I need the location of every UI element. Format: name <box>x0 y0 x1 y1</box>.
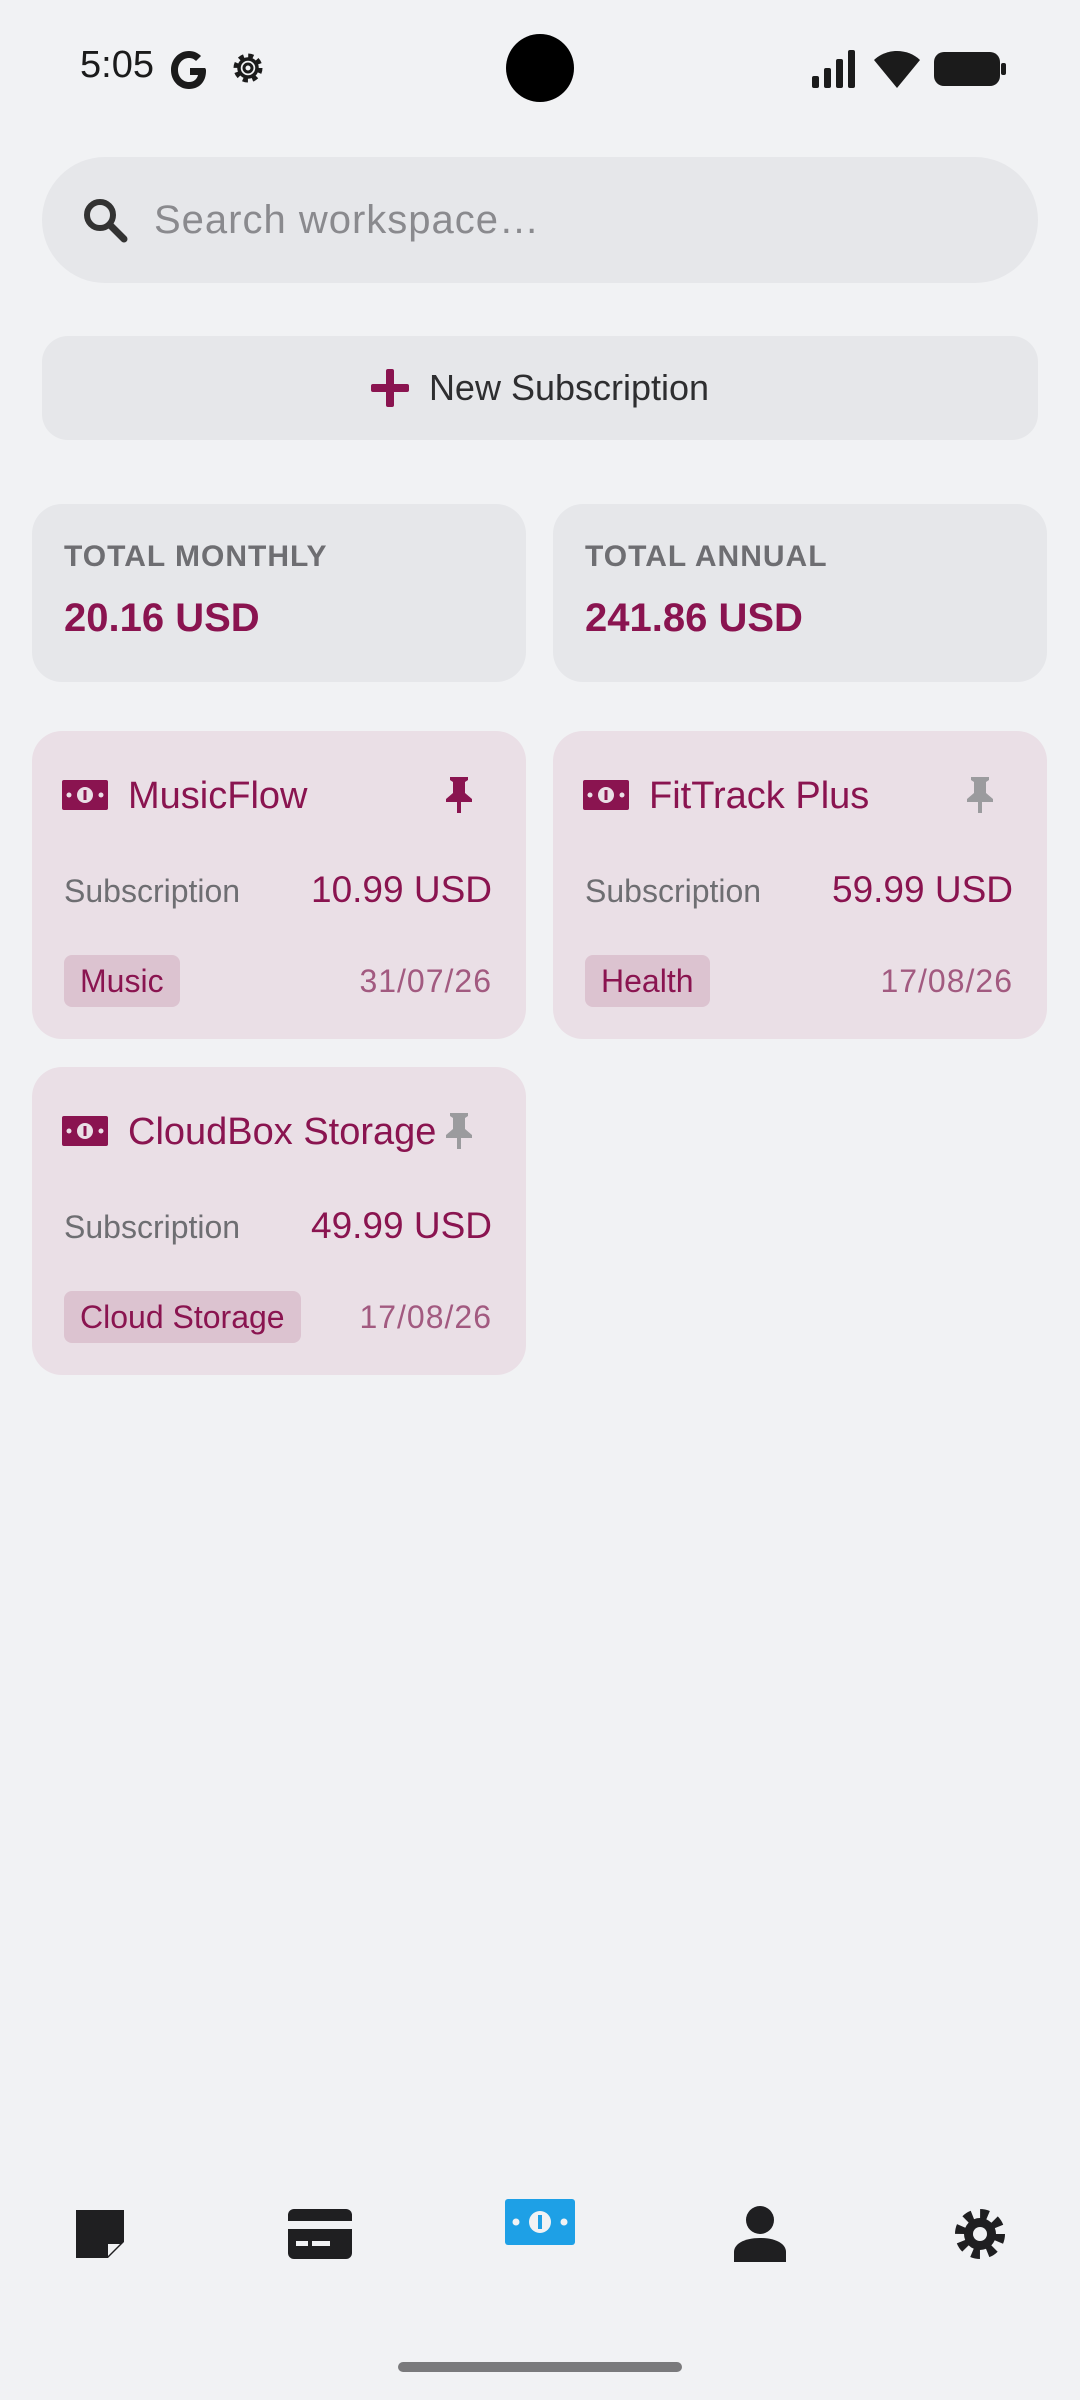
bottom-navigation <box>0 2180 1080 2290</box>
notes-icon <box>76 2210 124 2258</box>
subscription-card-cloudbox[interactable]: CloudBox Storage Subscription 49.99 USD … <box>32 1067 526 1375</box>
home-indicator[interactable] <box>398 2362 682 2372</box>
new-subscription-label: New Subscription <box>428 367 710 408</box>
total-monthly-card: TOTAL MONTHLY 20.16 USD <box>32 504 526 682</box>
nav-subscriptions[interactable] <box>500 2182 580 2262</box>
search-input[interactable] <box>154 185 994 255</box>
wifi-icon <box>874 51 920 88</box>
subscription-date: 17/08/26 <box>880 963 1013 999</box>
subscription-date: 31/07/26 <box>359 963 492 999</box>
search-icon <box>84 199 128 243</box>
subscription-type: Subscription <box>64 1209 241 1245</box>
person-icon <box>734 2206 786 2262</box>
subscription-amount: 10.99 USD <box>311 869 492 910</box>
category-tag: Health <box>585 955 710 1007</box>
credit-card-icon <box>288 2209 352 2259</box>
subscription-card-musicflow[interactable]: MusicFlow Subscription 10.99 USD Music 3… <box>32 731 526 1039</box>
money-icon <box>505 2199 575 2245</box>
category-tag: Music <box>64 955 180 1007</box>
money-icon <box>583 780 629 810</box>
nav-settings[interactable] <box>940 2194 1020 2274</box>
subscription-type: Subscription <box>585 873 762 909</box>
status-time: 5:05 <box>80 44 154 86</box>
money-icon <box>62 1116 108 1146</box>
search-bar[interactable] <box>42 157 1038 283</box>
nav-cards[interactable] <box>280 2194 360 2274</box>
total-annual-value: 241.86 USD <box>585 596 803 640</box>
total-monthly-label: TOTAL MONTHLY <box>64 540 328 573</box>
nav-notes[interactable] <box>60 2194 140 2274</box>
subscription-name: MusicFlow <box>128 775 308 817</box>
settings-icon <box>955 2209 1005 2259</box>
subscription-type: Subscription <box>64 873 241 909</box>
subscription-name: CloudBox Storage <box>128 1111 437 1153</box>
new-subscription-button[interactable]: New Subscription <box>42 336 1038 440</box>
total-annual-card: TOTAL ANNUAL 241.86 USD <box>553 504 1047 682</box>
nav-profile[interactable] <box>720 2194 800 2274</box>
subscription-name: FitTrack Plus <box>649 775 870 817</box>
subscription-card-fittrack[interactable]: FitTrack Plus Subscription 59.99 USD Hea… <box>553 731 1047 1039</box>
pin-icon[interactable] <box>963 777 997 813</box>
subscription-date: 17/08/26 <box>359 1299 492 1335</box>
status-bar: 5:05 <box>0 0 1080 136</box>
subscription-amount: 59.99 USD <box>832 869 1013 910</box>
settings-gear-icon <box>233 53 263 83</box>
category-tag: Cloud Storage <box>64 1291 301 1343</box>
money-icon <box>62 780 108 810</box>
subscription-amount: 49.99 USD <box>311 1205 492 1246</box>
total-monthly-value: 20.16 USD <box>64 596 260 640</box>
camera-cutout <box>506 34 574 102</box>
google-icon <box>171 51 206 89</box>
signal-icon <box>812 50 855 88</box>
battery-icon <box>934 52 1006 86</box>
plus-icon <box>370 369 409 407</box>
pin-icon[interactable] <box>442 777 476 813</box>
pin-icon[interactable] <box>442 1113 476 1149</box>
total-annual-label: TOTAL ANNUAL <box>585 540 828 573</box>
